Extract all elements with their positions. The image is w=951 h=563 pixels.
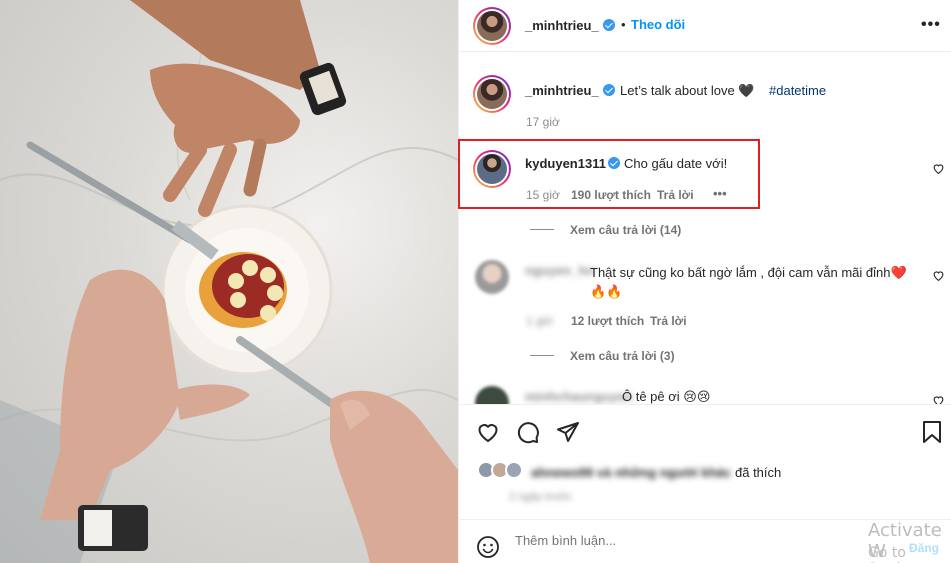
comment-input[interactable] [515, 533, 765, 548]
comment-username[interactable]: nguyen_hn [525, 263, 594, 278]
likes-text[interactable]: ahnews99 và những người khác [531, 465, 731, 480]
replies-line [530, 355, 554, 356]
post-actions: ahnews99 và những người khác đã thích 2 … [459, 404, 951, 519]
comment-like-heart-icon[interactable] [932, 394, 945, 404]
caption-text: Let’s talk about love 🖤 [620, 83, 755, 98]
comment-likes[interactable]: 12 lượt thích [571, 314, 644, 328]
likes-suffix: đã thích [735, 465, 782, 480]
comment-like-heart-icon[interactable] [932, 269, 945, 282]
caption-username[interactable]: _minhtrieu_ [525, 83, 599, 98]
reply-button[interactable]: Trả lời [650, 314, 687, 328]
comment-text: Ô tê pê ơi 😢😢 [622, 389, 711, 404]
comment-partial: minhchaunguyen Ô tê pê ơi 😢😢 [459, 380, 951, 404]
comment-avatar[interactable] [475, 386, 509, 404]
verified-icon [603, 19, 615, 31]
post-photo[interactable] [0, 0, 458, 563]
verified-icon [603, 84, 615, 96]
liker-avatar[interactable] [505, 461, 523, 479]
emoji-icon[interactable] [476, 535, 500, 559]
post-date[interactable]: 2 ngày trước [509, 491, 572, 503]
comment-like-heart-icon[interactable] [932, 162, 945, 175]
comment-time[interactable]: 1 giờ [526, 314, 553, 328]
caption-avatar[interactable] [473, 75, 511, 113]
view-replies-button[interactable]: Xem câu trả lời (3) [570, 349, 675, 363]
author-username[interactable]: _minhtrieu_ [525, 18, 599, 33]
share-icon[interactable] [556, 420, 580, 444]
author-avatar[interactable] [473, 7, 511, 45]
comment-icon[interactable] [516, 420, 540, 444]
caption-time[interactable]: 17 giờ [526, 115, 560, 129]
separator-dot: • [621, 17, 626, 32]
comment-text: Thật sự cũng ko bất ngờ lắm , đội cam vẫ… [590, 265, 907, 299]
follow-button[interactable]: Theo dõi [631, 17, 685, 32]
caption-hashtag[interactable]: #datetime [769, 83, 826, 98]
post-details-panel: _minhtrieu_ • Theo dõi ••• _minhtrieu_ L… [458, 0, 951, 563]
activation-watermark-subtitle: Go to Setting [868, 545, 918, 563]
photo-illustration [0, 0, 458, 563]
comment-username[interactable]: minhchaunguyen [525, 389, 633, 404]
heart-icon[interactable] [476, 420, 500, 444]
comment-avatar[interactable] [475, 260, 509, 294]
view-replies-button[interactable]: Xem câu trả lời (14) [570, 223, 681, 237]
more-options-button[interactable]: ••• [921, 16, 941, 34]
post-header: _minhtrieu_ • Theo dõi ••• [459, 0, 951, 52]
replies-line [530, 229, 554, 230]
highlight-box [458, 139, 760, 209]
bookmark-icon[interactable] [921, 420, 943, 444]
